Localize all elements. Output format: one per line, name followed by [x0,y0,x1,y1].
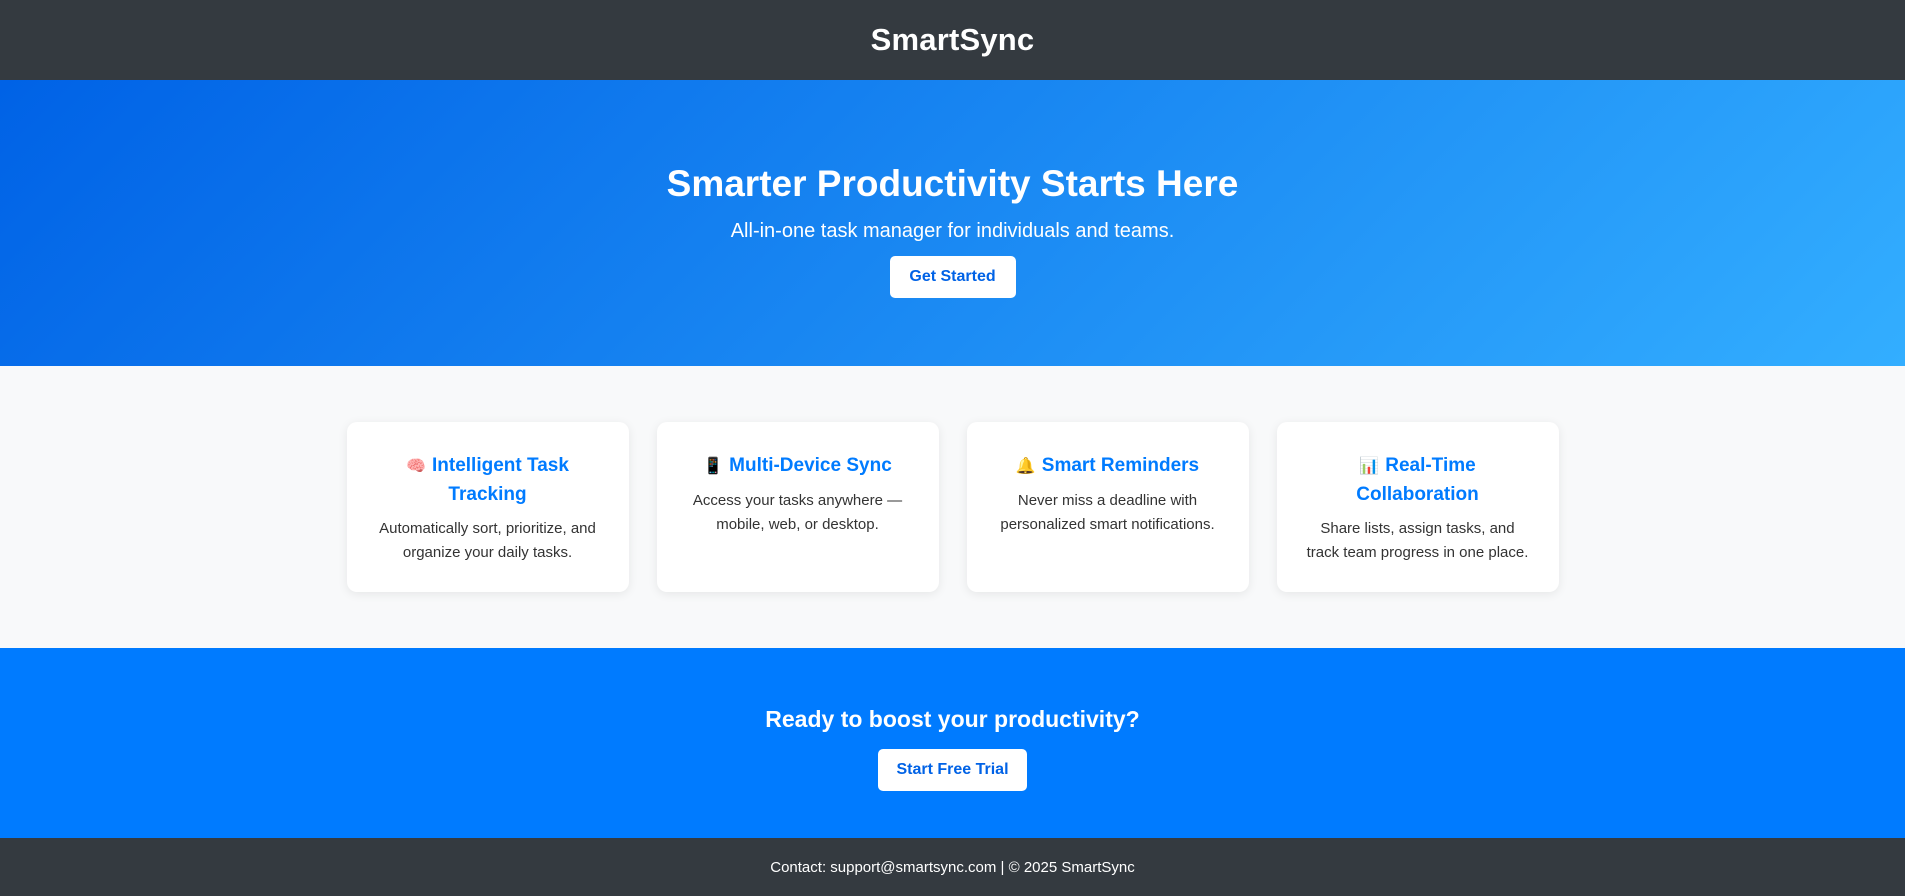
brain-icon: 🧠 [406,458,426,475]
site-header: SmartSync [0,0,1905,80]
site-footer: Contact: support@smartsync.com | © 2025 … [0,838,1905,896]
feature-card: 🔔 Smart Reminders Never miss a deadline w… [966,422,1249,592]
bell-icon: 🔔 [1015,458,1036,475]
features-section: 🧠 Intelligent Task Tracking Automatically… [0,366,1905,648]
feature-title: 📱 Multi-Device Sync [703,455,892,476]
feature-description: Automatically sort, prioritize, and orga… [379,520,596,561]
cta-section: Ready to boost your productivity? Start … [0,648,1905,838]
feature-description: Share lists, assign tasks, and track tea… [1306,520,1529,561]
feature-card: 🧠 Intelligent Task Tracking Automatically… [346,422,629,592]
get-started-button[interactable]: Get Started [889,256,1016,299]
brand-logo[interactable]: SmartSync [871,22,1035,58]
mobile-phone-icon: 📱 [703,458,724,475]
feature-description: Access your tasks anywhere — mobile, web… [692,492,903,533]
start-free-trial-button[interactable]: Start Free Trial [878,749,1027,791]
feature-description: Never miss a deadline with personalized … [1000,492,1215,533]
hero-section: Smarter Productivity Starts Here All-in-… [0,80,1905,366]
hero-subtitle: All-in-one task manager for individuals … [730,220,1175,243]
hero-title: Smarter Productivity Starts Here [666,163,1239,204]
cta-title: Ready to boost your productivity? [765,706,1140,732]
footer-text: Contact: support@smartsync.com | © 2025 … [770,858,1135,876]
feature-card: 📱 Multi-Device Sync Access your tasks any… [656,422,939,592]
feature-title: 🧠 Intelligent Task Tracking [406,455,569,505]
feature-card: 📊 Real-Time Collaboration Share lists, as… [1276,422,1559,592]
feature-title: 📊 Real-Time Collaboration [1356,455,1479,505]
feature-title: 🔔 Smart Reminders [1015,455,1200,476]
bar-chart-icon: 📊 [1359,458,1380,475]
